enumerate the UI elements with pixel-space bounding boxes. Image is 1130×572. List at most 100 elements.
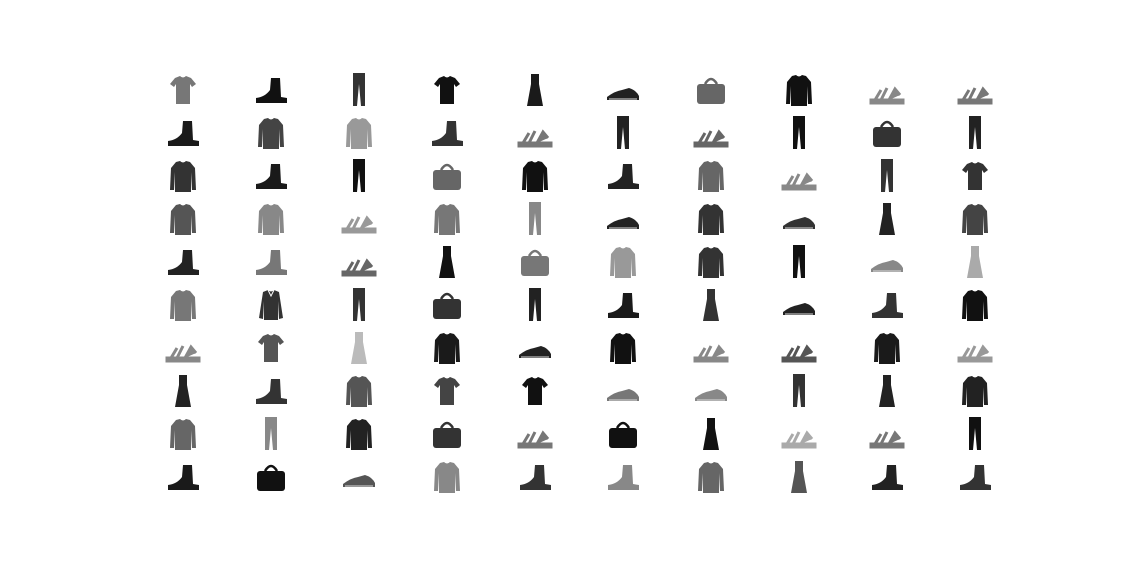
pullover-icon <box>170 161 196 192</box>
sneaker-icon <box>343 475 375 487</box>
ankle-boot-icon <box>520 465 551 490</box>
sneaker-icon <box>607 88 639 100</box>
dress-icon <box>967 246 983 278</box>
generated-sample-tile <box>603 414 643 454</box>
generated-sample-tile <box>779 414 819 454</box>
ankle-boot-icon <box>608 465 639 490</box>
bag-icon <box>433 163 461 190</box>
pullover-icon <box>698 204 724 235</box>
generated-sample-tile <box>515 70 555 110</box>
trouser-icon <box>793 374 805 407</box>
sneaker-icon <box>695 389 727 401</box>
pullover-icon <box>258 118 284 149</box>
pullover-icon <box>962 204 988 235</box>
pullover-icon <box>962 376 988 407</box>
generated-sample-tile <box>603 328 643 368</box>
pullover-icon <box>698 462 724 493</box>
sneaker-icon <box>607 217 639 229</box>
trouser-icon <box>793 116 805 149</box>
pullover-icon <box>962 290 988 321</box>
pullover-icon <box>170 204 196 235</box>
generated-sample-tile <box>515 113 555 153</box>
generated-sample-tile <box>867 70 907 110</box>
tshirt-icon <box>258 334 284 362</box>
generated-sample-tile <box>955 457 995 497</box>
pullover-icon <box>610 247 636 278</box>
generated-sample-tile <box>163 199 203 239</box>
pullover-icon <box>698 247 724 278</box>
dress-icon <box>527 74 543 106</box>
dress-icon <box>879 203 895 235</box>
generated-sample-tile <box>603 457 643 497</box>
sandal-icon <box>957 344 993 363</box>
dress-icon <box>791 461 807 493</box>
generated-sample-tile <box>955 285 995 325</box>
generated-sample-tile <box>339 371 379 411</box>
sneaker-icon <box>783 303 815 315</box>
pullover-icon <box>434 333 460 364</box>
sandal-icon <box>517 129 553 148</box>
generated-sample-tile <box>691 457 731 497</box>
pullover-icon <box>786 75 812 106</box>
trouser-icon <box>265 417 277 450</box>
generated-sample-tile <box>691 199 731 239</box>
dress-icon <box>351 332 367 364</box>
sandal-icon <box>781 430 817 449</box>
generated-sample-tile <box>779 285 819 325</box>
dress-icon <box>703 289 719 321</box>
generated-sample-tile <box>691 156 731 196</box>
sandal-icon <box>693 129 729 148</box>
generated-sample-tile <box>251 156 291 196</box>
generated-sample-tile <box>691 414 731 454</box>
bag-icon <box>609 421 637 448</box>
generated-sample-tile <box>339 156 379 196</box>
generated-sample-tile <box>163 371 203 411</box>
generated-sample-tile <box>867 328 907 368</box>
generated-sample-tile <box>867 457 907 497</box>
pullover-icon <box>346 419 372 450</box>
generated-sample-tile <box>251 285 291 325</box>
dress-icon <box>175 375 191 407</box>
generated-sample-tile <box>163 156 203 196</box>
generated-sample-tile <box>779 156 819 196</box>
bag-icon <box>257 464 285 491</box>
trouser-icon <box>529 288 541 321</box>
generated-sample-tile <box>603 156 643 196</box>
ankle-boot-icon <box>168 465 199 490</box>
pullover-icon <box>346 376 372 407</box>
pullover-icon <box>610 333 636 364</box>
generated-sample-tile <box>251 371 291 411</box>
generated-sample-tile <box>515 371 555 411</box>
sandal-icon <box>869 430 905 449</box>
ankle-boot-icon <box>608 164 639 189</box>
bag-icon <box>521 249 549 276</box>
generated-sample-tile <box>955 414 995 454</box>
generated-sample-tile <box>515 199 555 239</box>
generated-sample-tile <box>515 414 555 454</box>
ankle-boot-icon <box>960 465 991 490</box>
generated-sample-tile <box>691 242 731 282</box>
trouser-icon <box>353 288 365 321</box>
generated-sample-tile <box>779 199 819 239</box>
sneaker-icon <box>871 260 903 272</box>
ankle-boot-icon <box>608 293 639 318</box>
generated-sample-tile <box>427 457 467 497</box>
generated-sample-tile <box>339 328 379 368</box>
generated-sample-tile <box>427 156 467 196</box>
generated-sample-tile <box>339 70 379 110</box>
generated-sample-tile <box>515 457 555 497</box>
generated-sample-tile <box>515 156 555 196</box>
generated-sample-tile <box>603 371 643 411</box>
pullover-icon <box>522 161 548 192</box>
sandal-icon <box>869 86 905 105</box>
generated-sample-tile <box>427 328 467 368</box>
sandal-icon <box>341 258 377 277</box>
bag-icon <box>873 120 901 147</box>
generated-sample-tile <box>691 371 731 411</box>
trouser-icon <box>353 159 365 192</box>
sandal-icon <box>781 172 817 191</box>
generated-sample-tile <box>163 242 203 282</box>
generated-sample-tile <box>867 414 907 454</box>
pullover-icon <box>258 204 284 235</box>
generated-sample-tile <box>163 414 203 454</box>
